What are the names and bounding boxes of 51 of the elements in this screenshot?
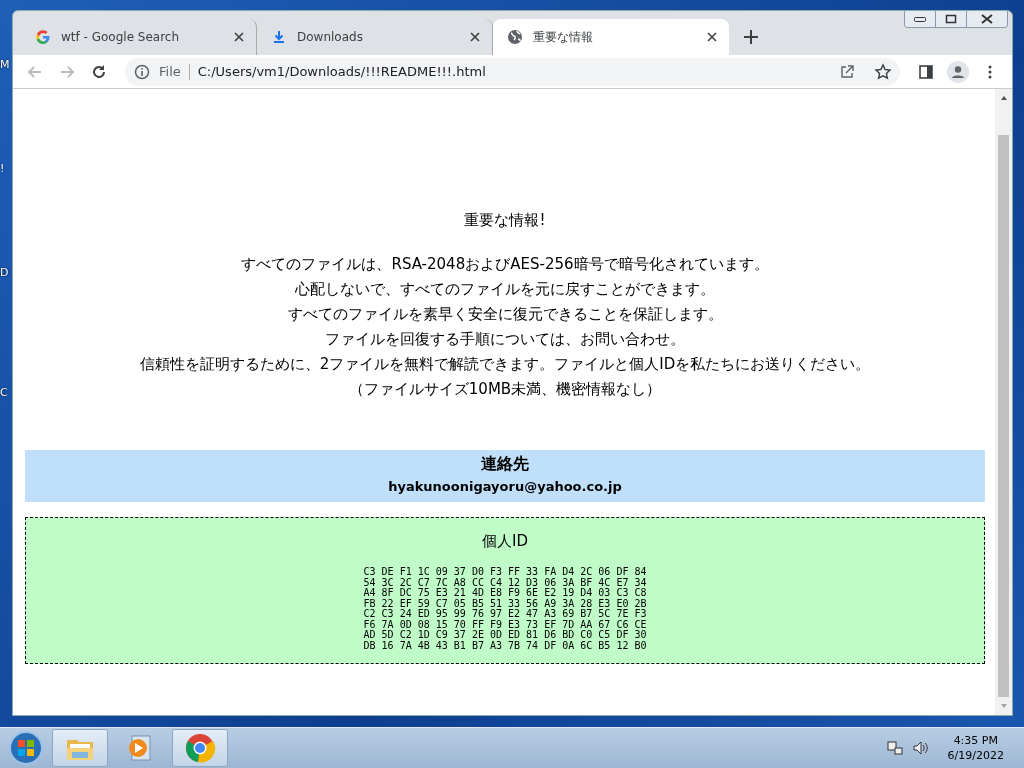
desktop-icon-label: C xyxy=(0,386,8,399)
google-icon xyxy=(35,29,51,45)
address-bar[interactable]: File C:/Users/vm1/Downloads/!!!README!!!.html xyxy=(125,57,900,86)
profile-icon[interactable] xyxy=(947,60,969,83)
scrollbar[interactable] xyxy=(995,89,1012,715)
url-text: C:/Users/vm1/Downloads/!!!README!!!.html xyxy=(197,64,487,79)
taskbar-button[interactable] xyxy=(172,729,228,767)
clock-date[interactable]: 6/19/2022 xyxy=(947,748,1004,763)
info-icon xyxy=(133,62,151,81)
desktop-icon-label: D xyxy=(0,266,9,279)
maximize-icon xyxy=(945,14,957,24)
close-icon xyxy=(981,14,993,24)
hex-line: F6 7A 0D 08 15 70 FF F9 E3 73 EF 7D AA 67 C6 CE xyxy=(363,619,647,630)
hex-line: C2 C3 24 ED 95 99 76 97 E2 47 A3 69 B7 5C 7E F3 xyxy=(363,609,647,620)
download-icon xyxy=(271,29,287,45)
close-icon[interactable] xyxy=(468,30,482,44)
clock-time[interactable]: 4:35 PM xyxy=(953,733,998,748)
network-icon[interactable] xyxy=(885,739,904,757)
star-icon[interactable] xyxy=(874,62,892,81)
message-line: （ファイルサイズ10MB未満、機密情報なし） xyxy=(348,379,662,400)
desktop-icon-label: M xyxy=(0,58,10,71)
message-line: すべてのファイルを素早く安全に復元できることを保証します。 xyxy=(287,304,723,325)
page-heading: 重要な情報! xyxy=(464,211,546,230)
share-icon[interactable] xyxy=(838,62,856,81)
browser-tab[interactable]: 重要な情報 xyxy=(493,19,729,55)
personal-id-heading: 個人ID xyxy=(482,532,528,551)
hex-line: A4 8F DC 75 E3 21 4D E8 F9 6E E2 19 D4 03 C3 C8 xyxy=(363,588,647,599)
maximize-button[interactable] xyxy=(935,11,966,27)
email-address: hyakunoonigayoru@yahoo.co.jp xyxy=(388,478,622,496)
hex-line: AD 5D C2 1D C9 37 2E 0D ED 81 D6 BD C0 C5 DF 30 xyxy=(363,630,647,641)
volume-icon[interactable] xyxy=(911,739,930,757)
minimize-icon xyxy=(914,16,926,22)
close-icon[interactable] xyxy=(232,30,246,44)
hex-line: 54 3C 2C C7 7C A8 CC C4 12 D3 06 3A BF 4C E7 34 xyxy=(363,577,647,588)
message-line: 信頼性を証明するために、2ファイルを無料で解読できます。ファイルと個人IDを私たちにお送りください。 xyxy=(139,354,871,375)
scheme-label: File xyxy=(159,64,181,79)
message-line: ファイルを回復する手順については、お問い合わせ。 xyxy=(325,329,685,350)
hex-line: FB 22 EF 59 C7 05 B5 51 33 56 A9 3A 28 E3 E0 2B xyxy=(363,598,647,609)
contact-heading: 連絡先 xyxy=(481,453,529,475)
new-tab-button[interactable] xyxy=(741,27,761,47)
minimize-button[interactable] xyxy=(905,11,935,27)
message-line: すべてのファイルは、RSA-2048およびAES-256暗号で暗号化されています。 xyxy=(241,254,769,275)
close-icon[interactable] xyxy=(705,30,719,44)
globe-icon xyxy=(507,29,523,45)
hex-line: C3 DE F1 1C 09 37 D0 F3 FF 33 FA D4 2C 06 DF 84 xyxy=(363,567,647,578)
message-line: 心配しないで、すべてのファイルを元に戻すことができます。 xyxy=(295,279,715,300)
close-button[interactable] xyxy=(966,11,1007,27)
chrome-icon xyxy=(184,732,216,764)
side-panel-icon[interactable] xyxy=(917,62,935,81)
desktop-icon-label: ! xyxy=(0,162,5,175)
hex-line: DB 16 7A 4B 43 B1 B7 A3 7B 74 DF 0A 6C B5 12 B0 xyxy=(363,640,647,651)
